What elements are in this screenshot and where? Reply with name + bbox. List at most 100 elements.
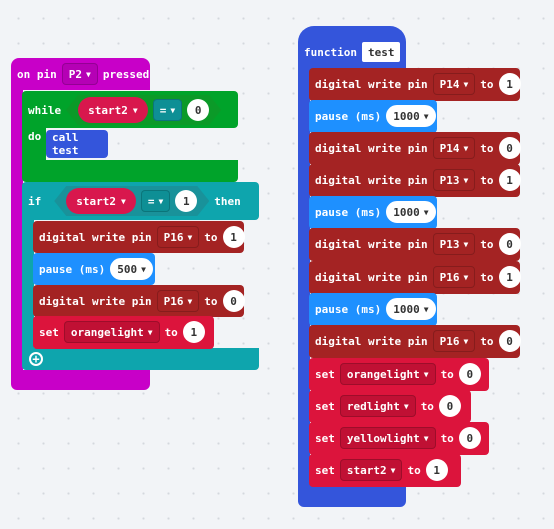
pin-value: P16 <box>439 334 460 348</box>
pin-value: P14 <box>439 77 460 91</box>
plus-circle-icon[interactable]: + <box>29 352 43 366</box>
to-label: to <box>480 334 494 348</box>
dropdown-arrow-icon: ▼ <box>132 105 138 115</box>
call-label: call test <box>52 131 79 157</box>
pin-value: P13 <box>439 237 460 251</box>
pin-value: P16 <box>163 294 184 308</box>
block-label: digital write pin <box>39 230 152 244</box>
block-label: set <box>315 367 335 381</box>
pause-duration-dropdown[interactable]: 500 ▼ <box>110 258 153 280</box>
compare-value-field[interactable]: 0 <box>187 99 209 121</box>
block-label: digital write pin <box>315 237 428 251</box>
variable-name: start2 <box>76 194 116 208</box>
pin-dropdown[interactable]: P16 ▼ <box>156 226 200 248</box>
variable-name: yellowlight <box>346 431 420 445</box>
variable-dropdown[interactable]: orangelight ▼ <box>339 363 436 385</box>
call-test-block[interactable]: call test <box>46 130 108 158</box>
pause-duration-dropdown[interactable]: 1000 ▼ <box>386 298 436 320</box>
digital-write-block[interactable]: digital write pin P16 ▼ to 0 <box>33 285 245 317</box>
value-field[interactable]: 1 <box>498 266 521 288</box>
pin-dropdown[interactable]: P14 ▼ <box>432 73 476 95</box>
if-condition[interactable]: start2 ▼ = ▼ 1 <box>54 186 209 216</box>
value-field[interactable]: 0 <box>498 233 521 255</box>
variable-dropdown[interactable]: start2 ▼ <box>339 459 403 481</box>
to-label: to <box>407 463 421 477</box>
variable-name: start2 <box>88 103 128 117</box>
operator-value: = <box>147 194 155 208</box>
digital-write-block[interactable]: digital write pin P16 ▼ to 0 <box>309 325 521 358</box>
duration-value: 1000 <box>393 302 420 316</box>
if-variable[interactable]: start2 ▼ <box>66 188 136 214</box>
pause-block[interactable]: pause (ms) 1000 ▼ <box>309 196 437 229</box>
value-field[interactable]: 1 <box>498 73 521 95</box>
value-field[interactable]: 1 <box>425 459 448 481</box>
dropdown-arrow-icon: ▼ <box>463 239 469 249</box>
while-condition[interactable]: start2 ▼ = ▼ 0 <box>66 95 221 125</box>
block-label: digital write pin <box>315 77 428 91</box>
value-field[interactable]: 0 <box>458 427 481 449</box>
dropdown-arrow-icon: ▼ <box>86 69 91 79</box>
block-label: pause (ms) <box>315 205 382 219</box>
compare-operator-dropdown[interactable]: = ▼ <box>141 190 170 212</box>
value-field[interactable]: 1 <box>222 226 245 248</box>
pause-block[interactable]: pause (ms) 500 ▼ <box>33 253 155 285</box>
set-variable-block[interactable]: set orangelight ▼ to 0 <box>309 358 489 391</box>
to-label: to <box>480 270 494 284</box>
event-prefix: on pin <box>17 67 57 81</box>
digital-write-block[interactable]: digital write pin P16 ▼ to 1 <box>309 261 521 294</box>
pin-dropdown[interactable]: P14 ▼ <box>432 137 476 159</box>
do-label: do <box>28 129 42 143</box>
pin-dropdown[interactable]: P16 ▼ <box>432 266 476 288</box>
pin-dropdown[interactable]: P16 ▼ <box>156 290 200 312</box>
variable-dropdown[interactable]: orangelight ▼ <box>63 321 160 343</box>
while-variable[interactable]: start2 ▼ <box>78 97 148 123</box>
digital-write-block[interactable]: digital write pin P13 ▼ to 0 <box>309 228 521 261</box>
block-label: pause (ms) <box>315 302 382 316</box>
pause-block[interactable]: pause (ms) 1000 ▼ <box>309 293 437 326</box>
while-label: while <box>28 103 62 117</box>
pin-value: P13 <box>439 173 460 187</box>
set-variable-block[interactable]: set yellowlight ▼ to 0 <box>309 422 489 455</box>
to-label: to <box>480 237 494 251</box>
compare-operator-dropdown[interactable]: = ▼ <box>153 99 182 121</box>
digital-write-block[interactable]: digital write pin P14 ▼ to 0 <box>309 132 521 165</box>
variable-dropdown[interactable]: redlight ▼ <box>339 395 416 417</box>
pin-dropdown[interactable]: P13 ▼ <box>432 233 476 255</box>
pin-dropdown[interactable]: P13 ▼ <box>432 169 476 191</box>
value-field[interactable]: 0 <box>498 330 521 352</box>
to-label: to <box>480 173 494 187</box>
set-variable-block[interactable]: set start2 ▼ to 1 <box>309 454 461 487</box>
value-field[interactable]: 0 <box>222 290 245 312</box>
pause-duration-dropdown[interactable]: 1000 ▼ <box>386 105 436 127</box>
dropdown-arrow-icon: ▼ <box>147 327 153 337</box>
dropdown-arrow-icon: ▼ <box>463 175 469 185</box>
dropdown-arrow-icon: ▼ <box>158 196 164 206</box>
value-field[interactable]: 0 <box>498 137 521 159</box>
block-label: digital write pin <box>315 334 428 348</box>
dropdown-arrow-icon: ▼ <box>403 401 409 411</box>
digital-write-block[interactable]: digital write pin P13 ▼ to 1 <box>309 164 521 197</box>
value-field[interactable]: 0 <box>438 395 461 417</box>
pause-block[interactable]: pause (ms) 1000 ▼ <box>309 100 437 133</box>
block-label: pause (ms) <box>39 262 106 276</box>
digital-write-block[interactable]: digital write pin P16 ▼ to 1 <box>33 221 245 253</box>
pin-dropdown[interactable]: P2 ▼ <box>61 63 98 85</box>
value-field[interactable]: 0 <box>458 363 481 385</box>
set-variable-block[interactable]: set orangelight ▼ to 1 <box>33 316 214 349</box>
value-field[interactable]: 1 <box>182 321 205 343</box>
pause-duration-dropdown[interactable]: 1000 ▼ <box>386 201 436 223</box>
if-foot <box>22 348 259 370</box>
digital-write-block[interactable]: digital write pin P14 ▼ to 1 <box>309 68 521 101</box>
operator-value: = <box>159 103 167 117</box>
function-name-field[interactable]: test <box>361 42 401 62</box>
dropdown-arrow-icon: ▼ <box>423 304 429 314</box>
pin-dropdown[interactable]: P16 ▼ <box>432 330 476 352</box>
dropdown-arrow-icon: ▼ <box>463 336 469 346</box>
dropdown-arrow-icon: ▼ <box>121 196 126 206</box>
variable-dropdown[interactable]: yellowlight ▼ <box>339 427 436 449</box>
compare-value-field[interactable]: 1 <box>175 190 197 212</box>
value-field[interactable]: 1 <box>498 169 521 191</box>
set-variable-block[interactable]: set redlight ▼ to 0 <box>309 390 471 423</box>
dropdown-arrow-icon: ▼ <box>423 369 429 379</box>
pin-value: P14 <box>439 141 460 155</box>
